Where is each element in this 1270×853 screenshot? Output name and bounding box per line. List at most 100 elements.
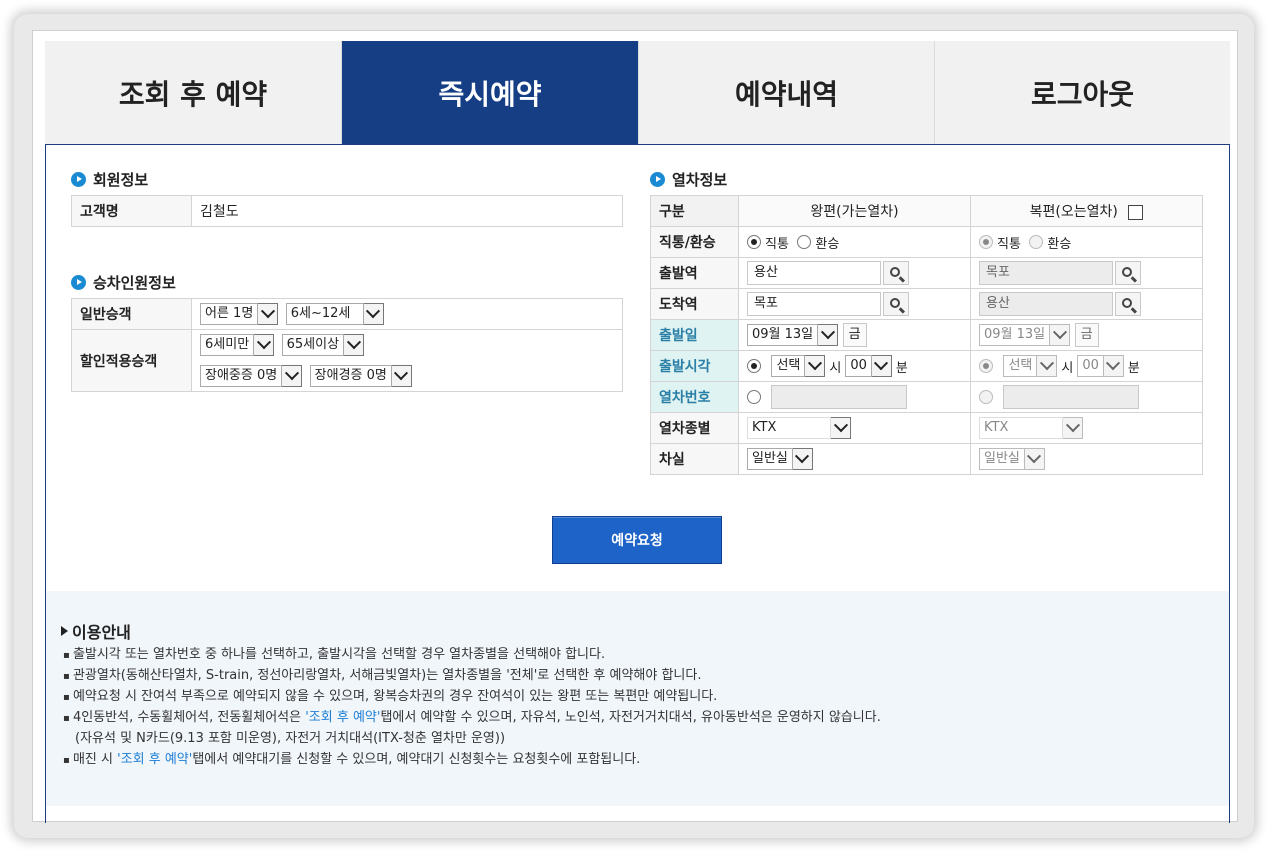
outbound-departure-input[interactable]: 용산 bbox=[747, 261, 881, 285]
return-date-select[interactable]: 09월 13일 bbox=[979, 324, 1071, 346]
chevron-down-icon bbox=[1063, 417, 1083, 439]
guide-text: 매진 시 bbox=[72, 752, 118, 767]
search-icon bbox=[889, 297, 900, 308]
outbound-train-number-input[interactable] bbox=[771, 385, 908, 409]
return-departure-input[interactable]: 목포 bbox=[979, 261, 1113, 285]
reservation-request-button[interactable]: 예약요청 bbox=[552, 516, 722, 564]
guide-text: 탭에서 예약대기를 신청할 수 있으며, 예약대기 신청횟수는 요청횟수에 포함… bbox=[192, 752, 641, 767]
adult-count-select[interactable]: 어른 1명 bbox=[200, 303, 279, 325]
transfer-label: 환승 bbox=[1047, 236, 1072, 252]
outbound-date-select[interactable]: 09월 13일 bbox=[747, 324, 839, 346]
return-minute-value: 00 bbox=[1077, 355, 1104, 377]
outbound-train-number-radio[interactable] bbox=[747, 390, 761, 404]
general-passenger-label: 일반승객 bbox=[71, 298, 192, 330]
car-class-label: 차실 bbox=[650, 443, 739, 475]
under6-count-select[interactable]: 6세미만 bbox=[200, 334, 275, 357]
chevron-down-icon bbox=[258, 303, 279, 325]
outbound-time-radio[interactable] bbox=[747, 359, 761, 373]
outbound-train-kind-value: KTX bbox=[747, 417, 831, 439]
disabled-mild-select[interactable]: 장애경증 0명 bbox=[309, 364, 412, 387]
return-train-kind-value: KTX bbox=[979, 417, 1063, 439]
return-transfer-radio[interactable] bbox=[1029, 235, 1044, 249]
bullet-icon bbox=[650, 172, 665, 187]
return-header: 복편(오는열차) bbox=[970, 195, 1203, 227]
child-count-select[interactable]: 6세~12세 bbox=[285, 303, 384, 325]
customer-name-label: 고객명 bbox=[71, 195, 192, 227]
return-train-number-radio[interactable] bbox=[979, 390, 993, 404]
outbound-arrival-input[interactable]: 목포 bbox=[747, 292, 881, 316]
return-direct-radio[interactable] bbox=[979, 235, 993, 249]
chevron-down-icon bbox=[254, 334, 275, 357]
outbound-arrival-search-button[interactable] bbox=[883, 292, 909, 316]
return-header-label: 복편(오는열차) bbox=[1029, 204, 1118, 220]
outbound-departure-search-button[interactable] bbox=[883, 261, 909, 285]
search-then-reserve-link[interactable]: '조회 후 예약' bbox=[117, 752, 192, 767]
under6-value: 6세미만 bbox=[200, 334, 255, 357]
outbound-train-kind-select[interactable]: KTX bbox=[747, 417, 851, 439]
return-train-number-input[interactable] bbox=[1003, 385, 1140, 409]
search-then-reserve-link[interactable]: '조회 후 예약' bbox=[305, 710, 380, 725]
outbound-car-class-select[interactable]: 일반실 bbox=[747, 448, 813, 470]
return-day-of-week: 금 bbox=[1074, 323, 1099, 347]
outbound-hour-select[interactable]: 선택 bbox=[771, 355, 826, 377]
bullet-icon bbox=[71, 172, 86, 187]
return-car-class-value: 일반실 bbox=[979, 448, 1025, 470]
member-info-heading: 회원정보 bbox=[71, 169, 148, 190]
minute-unit: 분 bbox=[895, 360, 908, 376]
search-icon bbox=[889, 266, 900, 277]
tab-instant-reserve[interactable]: 즉시예약 bbox=[342, 41, 639, 145]
hour-unit: 시 bbox=[829, 360, 842, 376]
search-icon bbox=[1121, 297, 1132, 308]
disabled-severe-select[interactable]: 장애중증 0명 bbox=[200, 364, 303, 387]
tab-reservation-history[interactable]: 예약내역 bbox=[639, 41, 935, 145]
guide-item: 출발시각 또는 열차번호 중 하나를 선택하고, 출발시각을 선택할 경우 열차… bbox=[63, 645, 881, 666]
guide-item: (자유석 및 N카드(9.13 포함 미운영), 자전거 거치대석(ITX-청춘… bbox=[75, 731, 506, 746]
disabled-severe-value: 장애중증 0명 bbox=[200, 364, 283, 387]
chevron-down-icon bbox=[282, 364, 303, 387]
adult-count-value: 어른 1명 bbox=[200, 303, 259, 325]
return-hour-value: 선택 bbox=[1003, 355, 1038, 377]
tab-logout[interactable]: 로그아웃 bbox=[935, 41, 1230, 145]
chevron-down-icon bbox=[1024, 448, 1045, 470]
train-info-heading: 열차정보 bbox=[650, 169, 727, 190]
route-type-label: 직통/환승 bbox=[650, 226, 739, 258]
return-train-kind-select[interactable]: KTX bbox=[979, 417, 1083, 439]
chevron-down-icon bbox=[831, 417, 851, 439]
hour-unit: 시 bbox=[1061, 360, 1074, 376]
outbound-direct-radio[interactable] bbox=[747, 235, 761, 249]
passenger-info-title: 승차인원정보 bbox=[93, 274, 176, 292]
outbound-header: 왕편(가는열차) bbox=[738, 195, 971, 227]
tab-bar: 조회 후 예약 즉시예약 예약내역 로그아웃 bbox=[45, 41, 1230, 145]
return-arrival-input[interactable]: 용산 bbox=[979, 292, 1113, 316]
departure-date-label: 출발일 bbox=[650, 319, 739, 351]
chevron-down-icon bbox=[391, 364, 412, 387]
chevron-down-icon bbox=[1037, 355, 1058, 377]
senior-value: 65세이상 bbox=[281, 334, 345, 357]
return-trip-checkbox[interactable] bbox=[1128, 204, 1144, 220]
return-arrival-search-button[interactable] bbox=[1115, 292, 1141, 316]
customer-name-value: 김철도 bbox=[191, 195, 623, 227]
transfer-label: 환승 bbox=[815, 236, 840, 252]
search-icon bbox=[1121, 266, 1132, 277]
return-car-class-select[interactable]: 일반실 bbox=[979, 448, 1045, 470]
chevron-down-icon bbox=[871, 355, 892, 377]
outbound-transfer-radio[interactable] bbox=[797, 235, 812, 249]
train-info-title: 열차정보 bbox=[672, 171, 728, 189]
return-minute-select[interactable]: 00 bbox=[1077, 355, 1124, 377]
chevron-down-icon bbox=[792, 448, 813, 470]
return-departure-search-button[interactable] bbox=[1115, 261, 1141, 285]
return-hour-select[interactable]: 선택 bbox=[1003, 355, 1058, 377]
chevron-down-icon bbox=[818, 324, 839, 346]
train-info-table: 구분 왕편(가는열차) 복편(오는열차) 직통/환승 직통 환승 직통 환승 출… bbox=[650, 195, 1203, 475]
outbound-date-value: 09월 13일 bbox=[747, 324, 819, 346]
member-info-title: 회원정보 bbox=[93, 171, 149, 189]
outbound-minute-select[interactable]: 00 bbox=[845, 355, 892, 377]
guide-title: 이용안내 bbox=[72, 623, 131, 642]
tab-search-then-reserve[interactable]: 조회 후 예약 bbox=[45, 41, 342, 145]
senior-count-select[interactable]: 65세이상 bbox=[281, 334, 365, 357]
return-time-radio[interactable] bbox=[979, 359, 993, 373]
passenger-info-heading: 승차인원정보 bbox=[71, 272, 176, 293]
train-kind-label: 열차종별 bbox=[650, 412, 739, 444]
outbound-minute-value: 00 bbox=[845, 355, 872, 377]
return-date-value: 09월 13일 bbox=[979, 324, 1051, 346]
